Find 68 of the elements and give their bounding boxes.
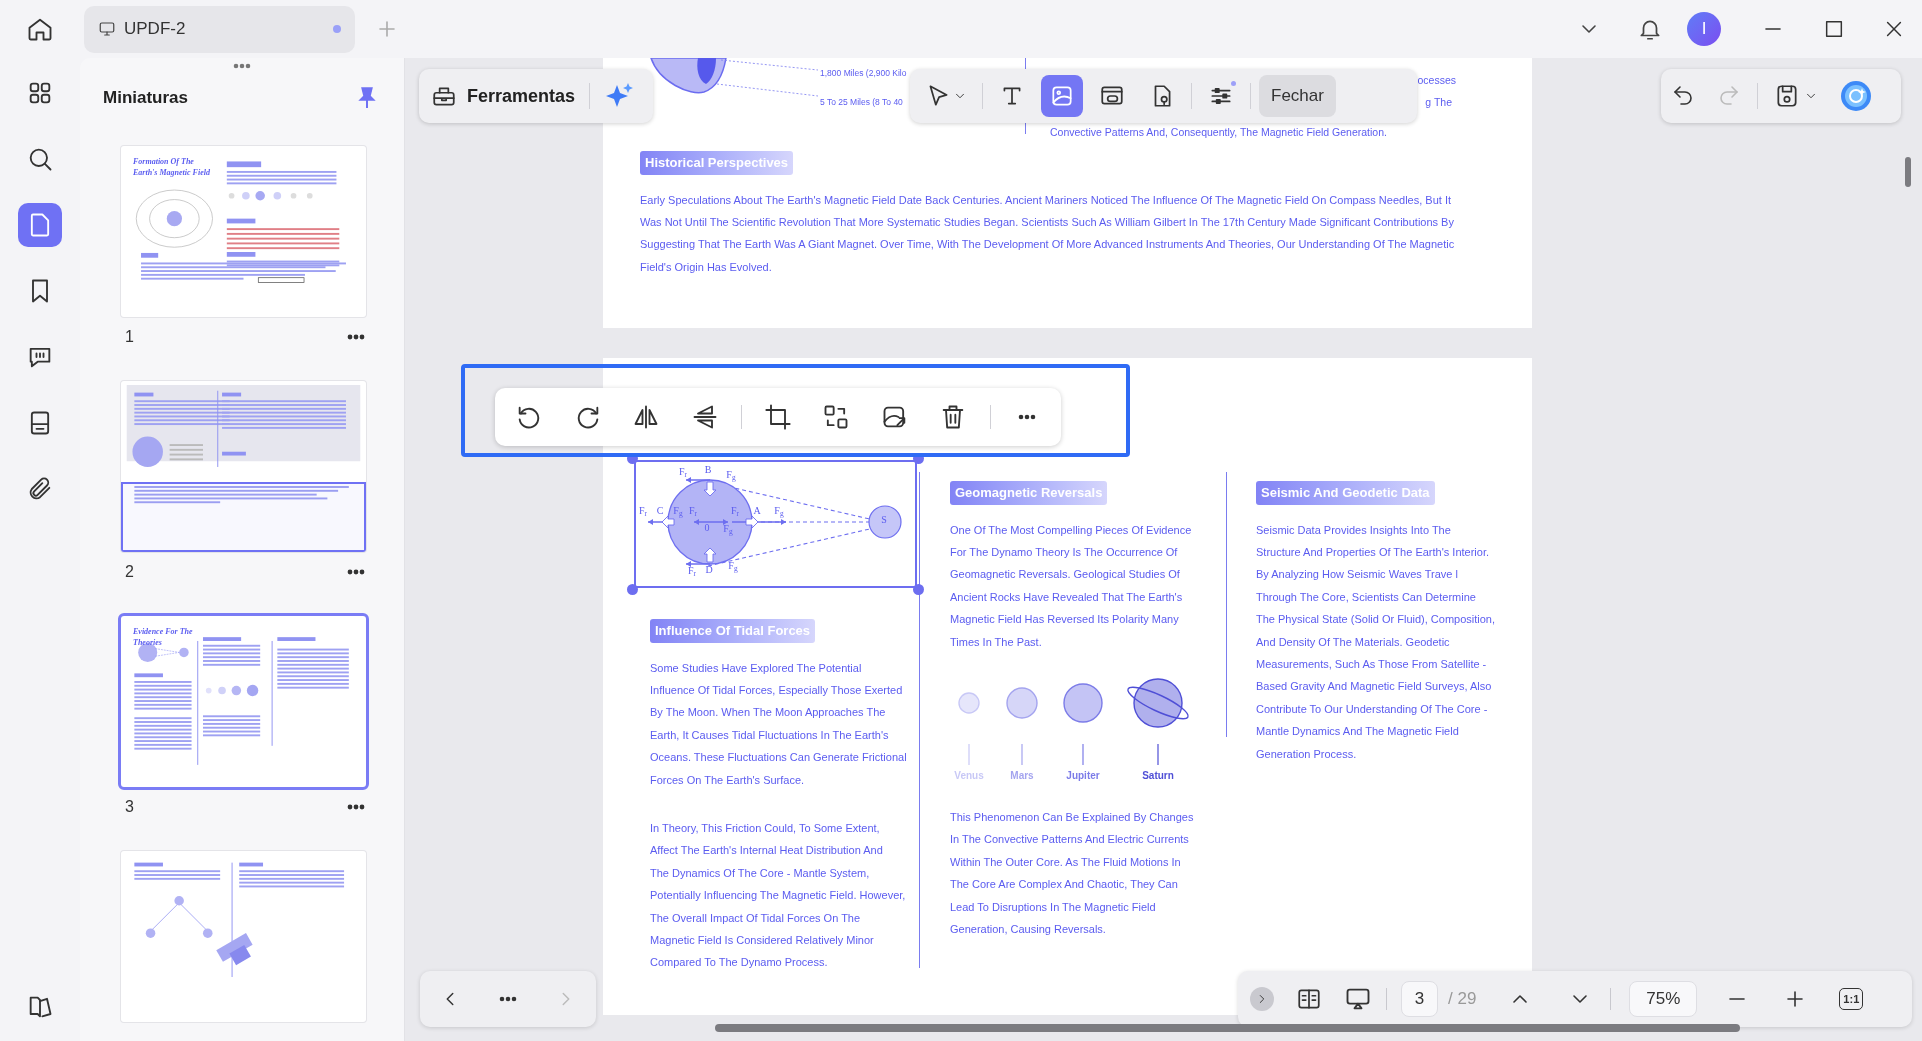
page-number-field[interactable]: 3 xyxy=(1401,981,1438,1017)
diagram-label: F$_{g}$ xyxy=(774,506,784,516)
planet-label: Saturn xyxy=(1142,768,1174,783)
vertical-scrollbar[interactable] xyxy=(1905,157,1911,187)
diagram-label: 5 To 25 Miles (8 To 40 xyxy=(820,96,903,109)
planet-label: Jupiter xyxy=(1066,768,1100,783)
diagram-label: F$_{r}$ xyxy=(730,506,740,516)
save-icon[interactable] xyxy=(1774,83,1800,109)
planet-label: Mars xyxy=(1010,768,1034,783)
moon-drawing xyxy=(868,505,902,539)
page-thumbnail[interactable]: Formation Of The Earth's Magnetic Field xyxy=(121,146,366,317)
monitor-icon xyxy=(98,20,116,38)
diagram-label: F$_{r}$ xyxy=(678,467,688,477)
resize-handle[interactable] xyxy=(627,584,638,595)
pin-icon[interactable] xyxy=(356,86,378,110)
diagram-label: F$_{g}$ xyxy=(723,524,733,534)
undo-icon[interactable] xyxy=(1671,84,1695,108)
paragraph: This Phenomenon Can Be Explained By Changes In The Convective Patterns And Electric Currents Within The Outer Core. As The Fluid Motions In The Core Are Complex And Chaotic, They Can Lead To Disruptions In The Magnetic Field Generation, Causing Reversals. xyxy=(950,809,1195,937)
section-heading: Historical Perspectives xyxy=(640,151,794,175)
account-avatar[interactable]: I xyxy=(1687,12,1721,46)
section-heading: Influence Of Tidal Forces xyxy=(650,619,816,643)
maximize-icon[interactable] xyxy=(1823,18,1845,40)
diagram-label: F$_{g}$ xyxy=(726,470,736,480)
diagram-label: S xyxy=(881,515,887,525)
page-thumbnail[interactable]: Evidence For The Theories xyxy=(121,616,366,787)
page-total: / 29 xyxy=(1448,988,1477,1011)
text-line: Convective Patterns And, Consequently, The Magnetic Field Generation. xyxy=(1050,125,1388,140)
paragraph: One Of The Most Compelling Pieces Of Evidence For The Dynamo Theory Is The Occurrence Of Geomagnetic Reversals. Geological Studies Of Ancient Rocks Have Revealed That The Earth's Magnetic Field Has Reversed Its Polarity Many Times In The Past. xyxy=(950,522,1193,650)
diagram-label: 0 xyxy=(704,523,710,533)
panel-title: Miniaturas xyxy=(103,87,190,110)
close-editing-button[interactable]: Fechar xyxy=(1259,75,1336,117)
image-tool-icon xyxy=(1049,83,1075,109)
horizontal-scrollbar[interactable] xyxy=(715,1024,1740,1032)
text-fragment: g The xyxy=(1425,95,1452,110)
diagram-label: 1,800 Miles (2,900 Kilo xyxy=(820,67,907,80)
diagram-label: D xyxy=(705,565,713,575)
diagram-label: A xyxy=(753,506,761,516)
diagram-label: F$_{r}$ xyxy=(687,566,697,576)
zoom-field[interactable]: 75% xyxy=(1629,981,1698,1017)
diagram-label: C xyxy=(656,506,664,516)
section-heading: Geomagnetic Reversals xyxy=(950,481,1108,505)
tools-button[interactable]: Ferramentas xyxy=(431,82,576,110)
assistant-icon[interactable] xyxy=(1840,80,1872,112)
image-selection-frame[interactable] xyxy=(634,460,917,588)
crop-icon xyxy=(764,403,792,431)
diagram-label: B xyxy=(704,465,712,475)
thumbnail-heading: Formation Of The Earth's Magnetic Field xyxy=(132,156,211,178)
paragraph: In Theory, This Friction Could, To Some Extent, Affect The Earth's Internal Heat Distribution And The Dynamics Of The Core - Mantle System, Potentially Influencing The Magnetic Field. However, The Overall Impact Of Tidal Forces On The Magnetic Field Is Considered Relatively Minor Compared To The Dynamo Process. xyxy=(650,820,907,971)
reading-mode-icon[interactable] xyxy=(1296,986,1322,1012)
page-number: 3 xyxy=(124,797,135,817)
thumbnail-heading: Evidence For The Theories xyxy=(132,626,194,648)
drag-handle-icon[interactable] xyxy=(232,62,252,70)
page-number: 2 xyxy=(124,562,135,582)
diagram-label: F$_{r}$ xyxy=(638,506,648,516)
diagram-label: F$_{r}$ xyxy=(688,506,698,516)
document-tab[interactable]: UPDF-2 xyxy=(84,5,355,53)
page-number: 1 xyxy=(124,327,135,347)
resize-handle[interactable] xyxy=(913,584,924,595)
text-fragment: ocesses xyxy=(1417,73,1456,88)
diagram-label: F$_{g}$ xyxy=(728,561,738,571)
actual-size-button[interactable]: 1:1 xyxy=(1839,988,1864,1010)
paragraph: Some Studies Have Explored The Potential Influence Of Tidal Forces, Especially Those Exerted By The Moon. When The Moon Approaches The Earth, It Causes Tidal Fluctuations In The Earth's Oceans. These Fluctuations Can Generate Frictional Forces On The Earth's Surface. xyxy=(650,660,908,788)
paragraph: Early Speculations About The Earth's Magnetic Field Date Back Centuries. Ancient Mariners Noticed The Influence Of The Magnetic Field On Compass Needles, But It Was Not Until The Scientific Revolution That More Systematic Studies Began. Scientists Such As William Gilbert In The 17th Century Made Significant Contributions By Suggesting That The Earth Was A Giant Magnet. Over Time, With The Development Of More Advanced Instruments And Theories, Our Understanding Of The Magnetic Field's Origin Has Evolved. xyxy=(640,192,1456,275)
diagram-label: F$_{g}$ xyxy=(673,506,683,516)
paragraph: Seismic Data Provides Insights Into The Structure And Properties Of The Earth's Interior. By Analyzing How Seismic Waves Trave l Through The Core, Scientists Can Determine The Physical State (Solid Or Fluid), Composition, And Density Of The Materials. Geodetic Measurements, Such As Those From Satellite - Based Gravity And Magnetic Field Surveys, Also Contribute To Our Understanding Of The Core - Mantle Dynamics And The Magnetic Field Generation Process. xyxy=(1256,522,1497,762)
viewport-indicator[interactable] xyxy=(121,482,366,552)
section-heading: Seismic And Geodetic Data xyxy=(1256,481,1435,505)
tab-title: UPDF-2 xyxy=(124,18,187,41)
